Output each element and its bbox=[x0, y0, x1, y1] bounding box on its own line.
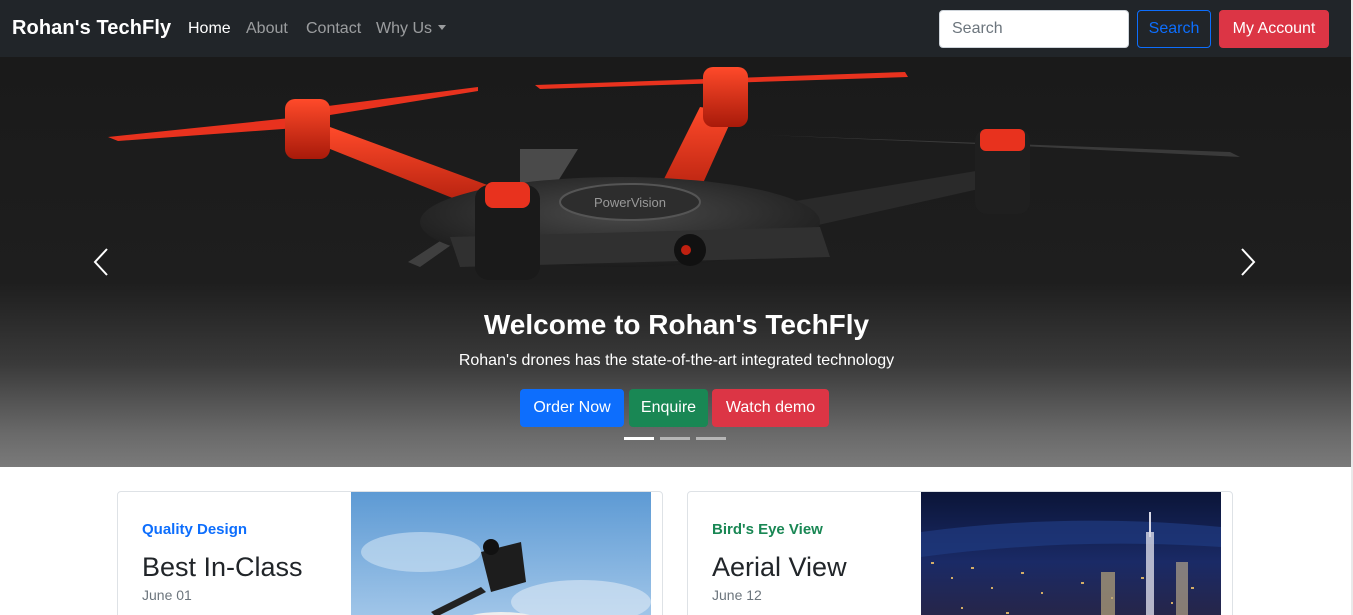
carousel-next-icon[interactable] bbox=[1235, 247, 1259, 277]
nav-why-us-label: Why Us bbox=[376, 20, 432, 37]
caret-down-icon bbox=[438, 25, 446, 30]
hero-carousel: PowerVision Welcome to Rohan's TechFly R… bbox=[0, 57, 1353, 467]
carousel-indicators bbox=[624, 437, 726, 440]
carousel-title: Welcome to Rohan's TechFly bbox=[483, 309, 870, 340]
carousel-indicator[interactable] bbox=[696, 437, 726, 440]
card-title: Aerial View bbox=[712, 552, 847, 582]
city-night-image bbox=[921, 492, 1221, 615]
card-title: Best In-Class bbox=[142, 552, 303, 582]
nav-home[interactable]: Home bbox=[188, 20, 231, 38]
feature-card: Quality Design Best In-Class June 01 bbox=[117, 491, 663, 615]
carousel-subtitle: Rohan's drones has the state-of-the-art … bbox=[458, 352, 895, 369]
nav-contact[interactable]: Contact bbox=[306, 20, 361, 38]
watch-demo-button[interactable]: Watch demo bbox=[712, 389, 829, 427]
nav-about[interactable]: About bbox=[246, 20, 288, 38]
carousel-indicator[interactable] bbox=[624, 437, 654, 440]
order-now-button[interactable]: Order Now bbox=[520, 389, 624, 427]
card-category: Bird's Eye View bbox=[712, 521, 823, 538]
carousel-prev-icon[interactable] bbox=[90, 247, 114, 277]
card-date: June 12 bbox=[712, 587, 762, 603]
enquire-button[interactable]: Enquire bbox=[629, 389, 708, 427]
drone-brand-label: PowerVision bbox=[594, 195, 666, 210]
card-category: Quality Design bbox=[142, 521, 248, 538]
drone-sky-image bbox=[351, 492, 651, 615]
brand-logo[interactable]: Rohan's TechFly bbox=[12, 17, 171, 40]
nav-why-us-dropdown[interactable]: Why Us bbox=[376, 20, 446, 38]
feature-card: Bird's Eye View Aerial View June 12 bbox=[687, 491, 1233, 615]
navbar: Rohan's TechFly Home About Contact Why U… bbox=[0, 0, 1353, 57]
search-button[interactable]: Search bbox=[1137, 10, 1211, 48]
card-date: June 01 bbox=[142, 587, 192, 603]
search-input[interactable] bbox=[939, 10, 1129, 48]
my-account-button[interactable]: My Account bbox=[1219, 10, 1329, 48]
carousel-indicator[interactable] bbox=[660, 437, 690, 440]
